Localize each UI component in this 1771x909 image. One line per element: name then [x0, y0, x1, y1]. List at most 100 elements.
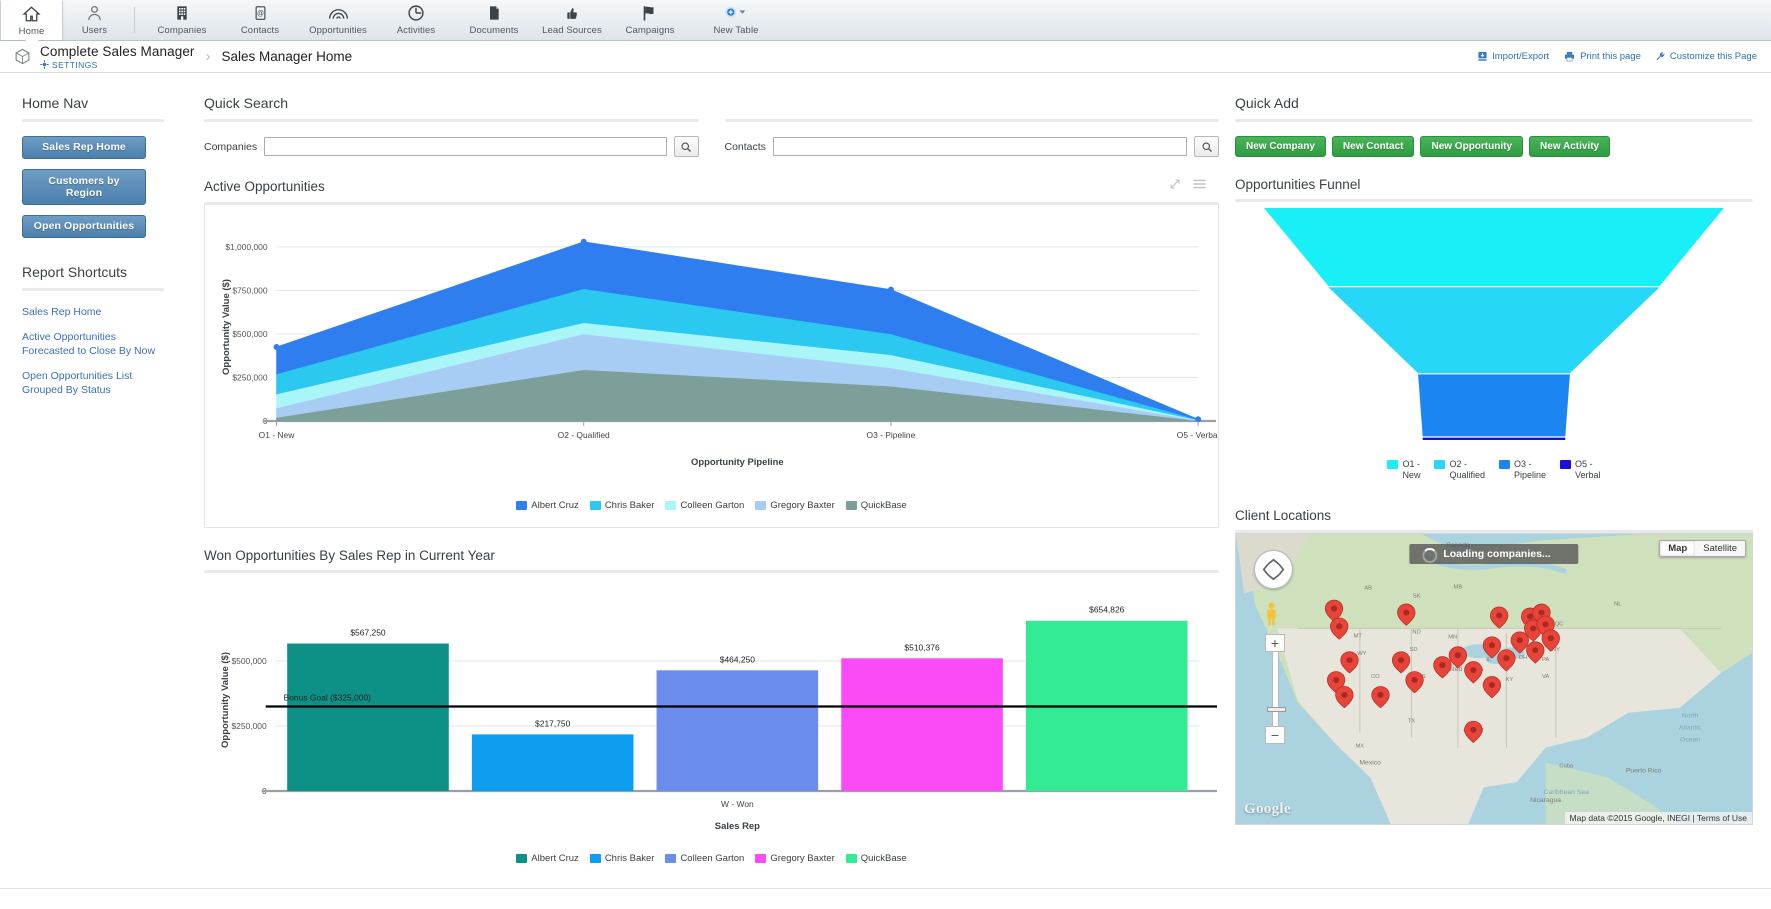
- svg-text:W - Won: W - Won: [721, 799, 754, 809]
- new-table-label: New Table: [713, 25, 759, 36]
- import-export-label: Import/Export: [1492, 51, 1550, 62]
- legend-item[interactable]: Chris Baker: [589, 853, 655, 864]
- opportunities-funnel-chart[interactable]: [1235, 202, 1753, 442]
- svg-text:Sales Rep: Sales Rep: [715, 821, 760, 832]
- shortcut-sales-rep-home[interactable]: Sales Rep Home: [22, 305, 164, 319]
- legend-item[interactable]: Albert Cruz: [516, 853, 579, 864]
- svg-text:NL: NL: [1614, 602, 1621, 608]
- contacts-search-input[interactable]: [772, 137, 1187, 156]
- quick-search-divider-2: [724, 119, 1219, 122]
- contacts-search-button[interactable]: [1194, 136, 1219, 157]
- sidebar-button-customers-by-region[interactable]: Customers by Region: [22, 169, 146, 205]
- new-table-button[interactable]: New Table: [697, 0, 775, 40]
- won-opportunities-legend: Albert Cruz Chris Baker Colleen Garton Greg…: [204, 853, 1219, 864]
- import-export-button[interactable]: Import/Export: [1477, 51, 1549, 62]
- active-opportunities-panel: Active Opportunities 0$250,000$500,000$7…: [204, 177, 1220, 528]
- svg-text:TX: TX: [1408, 719, 1416, 725]
- svg-text:$250,000: $250,000: [232, 372, 267, 382]
- legend-swatch: [589, 501, 601, 510]
- nav-item-lead-sources[interactable]: Lead Sources: [533, 0, 611, 40]
- hamburger-menu-icon[interactable]: [1192, 177, 1207, 195]
- svg-text:SK: SK: [1413, 594, 1421, 600]
- sidebar-button-label: Open Opportunities: [33, 220, 135, 233]
- legend-item[interactable]: Colleen Garton: [665, 853, 744, 864]
- funnel-legend-label: O3 - Pipeline: [1513, 459, 1547, 480]
- report-shortcuts-divider: [22, 288, 164, 291]
- svg-text:Puerto Rico: Puerto Rico: [1626, 767, 1662, 774]
- opportunities-funnel-panel: Opportunities Funnel O1 - New O2 - Qualifie…: [1235, 177, 1753, 481]
- sidebar-button-sales-rep-home[interactable]: Sales Rep Home: [22, 136, 146, 159]
- won-opportunities-title: Won Opportunities By Sales Rep in Curren…: [204, 548, 495, 563]
- map-zoom-control: + −: [1265, 634, 1286, 744]
- map-loading-text: Loading companies...: [1443, 548, 1551, 560]
- report-shortcuts-title: Report Shortcuts: [22, 264, 128, 280]
- legend-label: Chris Baker: [604, 853, 655, 864]
- legend-item[interactable]: Colleen Garton: [665, 500, 744, 511]
- zoom-out-button[interactable]: −: [1265, 726, 1285, 744]
- legend-item[interactable]: Chris Baker: [589, 500, 654, 511]
- map-type-map-button[interactable]: Map: [1660, 541, 1696, 556]
- svg-text:$1,000,000: $1,000,000: [225, 242, 268, 252]
- megaphone-icon: [641, 3, 660, 23]
- funnel-legend-swatch: [1387, 460, 1399, 469]
- documents-icon: [486, 3, 502, 23]
- legend-item[interactable]: Gregory Baxter: [755, 500, 835, 511]
- new-contact-button[interactable]: New Contact: [1331, 136, 1415, 157]
- zoom-in-button[interactable]: +: [1265, 634, 1285, 652]
- print-page-button[interactable]: Print this page: [1563, 51, 1641, 62]
- legend-swatch: [665, 501, 677, 510]
- nav-item-activities[interactable]: Activities: [377, 0, 455, 40]
- new-activity-button[interactable]: New Activity: [1529, 136, 1611, 157]
- street-view-pegman-icon[interactable]: [1264, 602, 1279, 631]
- shortcut-active-opportunities-forecasted[interactable]: Active Opportunities Forecasted to Close…: [22, 330, 164, 358]
- new-opportunity-button[interactable]: New Opportunity: [1420, 136, 1524, 157]
- svg-text:QC: QC: [1555, 621, 1564, 627]
- app-name[interactable]: Complete Sales Manager: [40, 44, 195, 59]
- svg-text:IL: IL: [1486, 657, 1491, 663]
- settings-link[interactable]: SETTINGS: [40, 60, 195, 70]
- quick-add-divider: [1235, 119, 1753, 122]
- nav-item-users[interactable]: Users: [63, 0, 126, 40]
- nav-item-contacts[interactable]: @ Contacts: [221, 0, 299, 40]
- nav-item-opportunities[interactable]: Opportunities: [299, 0, 377, 40]
- map-attribution[interactable]: Map data ©2015 Google, INEGI | Terms of …: [1564, 812, 1752, 824]
- legend-item[interactable]: QuickBase: [845, 853, 907, 864]
- new-company-button[interactable]: New Company: [1235, 136, 1326, 157]
- nav-item-documents[interactable]: Documents: [455, 0, 533, 40]
- home-nav-title: Home Nav: [22, 95, 89, 111]
- legend-label: Albert Cruz: [531, 500, 579, 511]
- nav-item-home[interactable]: Home: [0, 0, 63, 47]
- expand-icon[interactable]: [1169, 177, 1181, 195]
- nav-item-companies[interactable]: Companies: [143, 0, 221, 40]
- companies-search-button[interactable]: [673, 136, 699, 157]
- funnel-legend-swatch: [1498, 460, 1510, 469]
- customize-page-button[interactable]: Customize this Page: [1655, 51, 1757, 62]
- funnel-legend-item[interactable]: O5 - Verbal: [1560, 459, 1601, 481]
- won-opportunities-bar-chart[interactable]: 0$250,000$500,000$567,250$217,750$464,25…: [204, 573, 1219, 848]
- pan-control-icon[interactable]: [1254, 550, 1293, 589]
- companies-label: Companies: [204, 140, 258, 153]
- quick-add-section: Quick Add New Company New Contact New Op…: [1235, 95, 1753, 157]
- active-opportunities-legend: Albert Cruz Chris Baker Colleen Garton Greg…: [205, 500, 1218, 527]
- nav-item-campaigns[interactable]: Campaigns: [611, 0, 689, 40]
- funnel-legend-item[interactable]: O2 - Qualified: [1434, 459, 1485, 481]
- legend-item[interactable]: Gregory Baxter: [755, 853, 835, 864]
- funnel-legend-swatch: [1560, 460, 1572, 469]
- legend-item[interactable]: QuickBase: [845, 500, 907, 511]
- svg-text:$654,826: $654,826: [1089, 605, 1125, 615]
- zoom-slider-track[interactable]: [1266, 652, 1286, 726]
- zoom-slider-thumb[interactable]: [1266, 707, 1286, 712]
- legend-swatch: [755, 854, 767, 863]
- client-locations-map[interactable]: CanadaABSKMBONQCNLUnited StatesMTNDMNWYS…: [1235, 533, 1753, 825]
- map-type-satellite-button[interactable]: Satellite: [1695, 541, 1745, 556]
- legend-item[interactable]: Albert Cruz: [516, 500, 579, 511]
- svg-text:CO: CO: [1371, 674, 1380, 680]
- funnel-legend-item[interactable]: O3 - Pipeline: [1498, 459, 1547, 481]
- quick-search-title: Quick Search: [204, 95, 289, 111]
- funnel-legend-item[interactable]: O1 - New: [1387, 459, 1420, 481]
- shortcut-open-opportunities-grouped[interactable]: Open Opportunities List Grouped By Statu…: [22, 369, 164, 397]
- svg-text:ND: ND: [1412, 629, 1420, 635]
- sidebar-button-open-opportunities[interactable]: Open Opportunities: [22, 215, 146, 238]
- companies-search-input[interactable]: [264, 137, 667, 156]
- active-opportunities-area-chart[interactable]: 0$250,000$500,000$750,000$1,000,000O1 - …: [205, 205, 1220, 495]
